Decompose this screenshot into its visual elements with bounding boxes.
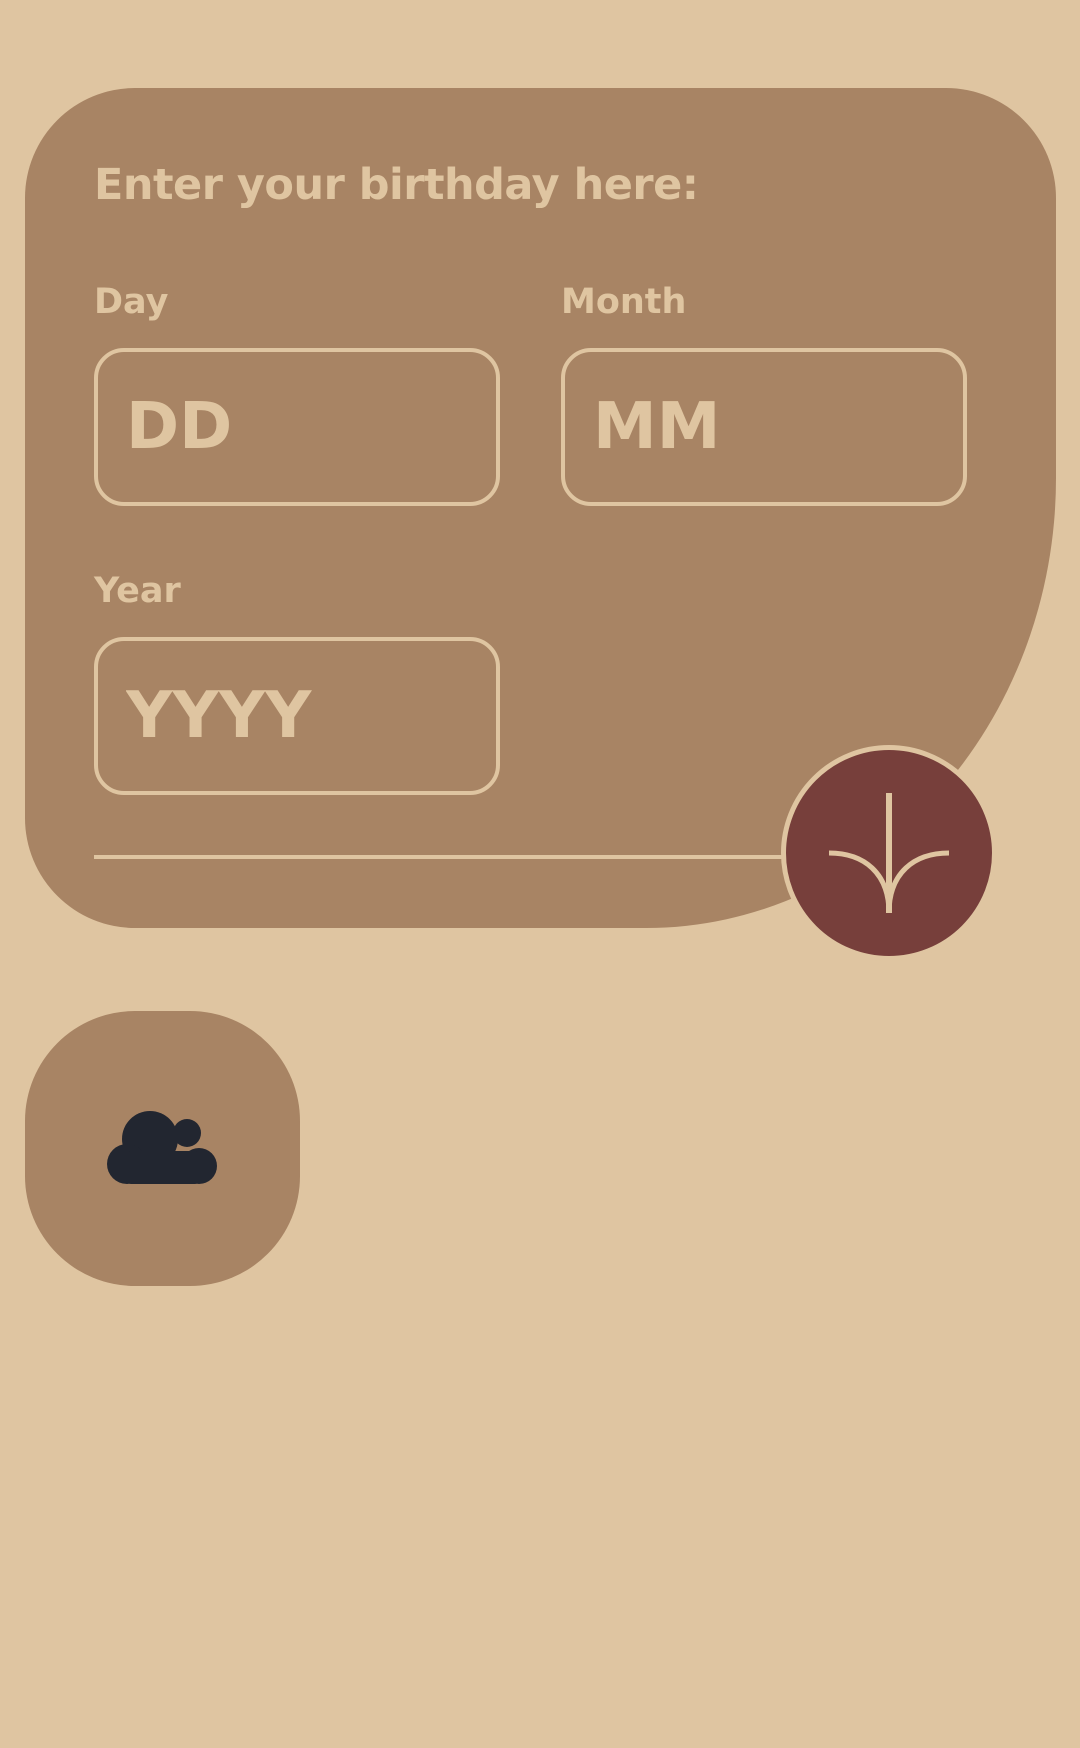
weather-tile[interactable] [25,1011,300,1286]
month-input[interactable] [565,352,963,502]
sprout-arrow-down-icon [828,793,950,914]
day-label: Day [94,282,169,322]
cloud-icon [106,1110,217,1184]
month-label: Month [561,282,687,322]
day-input[interactable] [98,352,496,502]
year-label: Year [94,571,181,611]
form-divider [94,855,814,859]
app-screen: { "form": { "title": "Enter your birthda… [0,0,1080,1748]
year-input[interactable] [98,641,496,791]
day-field[interactable] [94,348,500,506]
month-field[interactable] [561,348,967,506]
submit-button[interactable] [781,745,997,961]
form-title: Enter your birthday here: [94,160,699,210]
year-field[interactable] [94,637,500,795]
